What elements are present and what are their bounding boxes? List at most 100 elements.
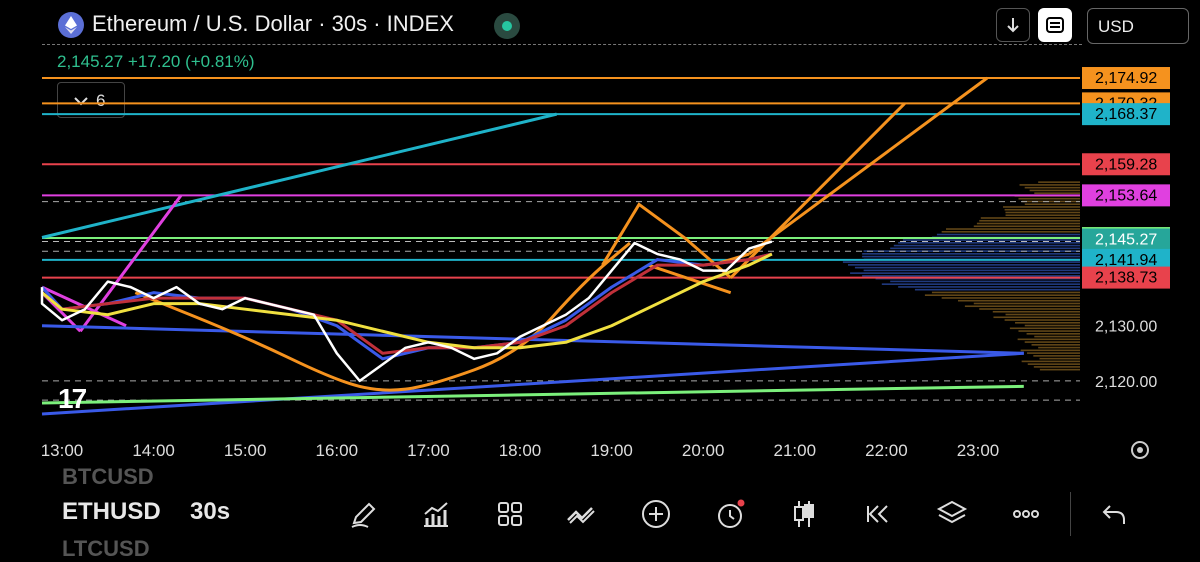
- volume-profile-bar: [1021, 200, 1080, 203]
- toolbar-divider: [1070, 492, 1071, 536]
- grid-icon[interactable]: [492, 496, 528, 532]
- volume-profile-bar: [848, 264, 1080, 266]
- x-tick-label: 13:00: [41, 441, 84, 460]
- volume-profile-bar: [902, 239, 1080, 241]
- volume-profile-bar: [1009, 327, 1080, 330]
- volume-profile-bar: [941, 297, 1080, 299]
- bottom-toolbar: BTCUSD ETHUSD 30s LTCUSD: [0, 464, 1200, 561]
- volume-profile-bar: [1004, 208, 1080, 211]
- fullscreen-icon[interactable]: [1038, 8, 1072, 42]
- interval-button[interactable]: 30s: [190, 498, 230, 526]
- y-tick-label: 2,120.00: [1095, 374, 1157, 391]
- price-line: [40, 240, 773, 383]
- volume-profile-bar: [973, 302, 1080, 305]
- volume-profile-bar: [979, 308, 1080, 310]
- volume-profile-bar: [1024, 203, 1080, 206]
- live-status-icon: [494, 13, 520, 39]
- trend-icon[interactable]: [564, 496, 600, 532]
- moving-average-line: [41, 252, 773, 350]
- settings-icon[interactable]: [1131, 441, 1149, 459]
- volume-profile-bar: [1027, 352, 1080, 354]
- x-tick-label: 23:00: [957, 441, 1000, 460]
- volume-profile-bar: [890, 280, 1080, 283]
- price-label-text: 2,174.92: [1095, 70, 1157, 87]
- volume-profile-bar: [842, 261, 1080, 263]
- x-tick-label: 14:00: [132, 441, 175, 460]
- drawing-line: [41, 351, 1024, 416]
- prev-symbol[interactable]: BTCUSD: [62, 464, 154, 490]
- x-tick-label: 21:00: [774, 441, 817, 460]
- volume-profile-bar: [1020, 349, 1080, 352]
- volume-profile-bar: [924, 294, 1080, 297]
- volume-profile-bar: [862, 275, 1080, 277]
- volume-profile-bar: [1024, 186, 1080, 189]
- current-symbol[interactable]: ETHUSD: [62, 498, 161, 526]
- eth-logo-icon: [58, 12, 84, 38]
- price-label-text: 2,168.37: [1095, 106, 1157, 123]
- drawings: [40, 76, 1024, 416]
- volume-profile-bar: [893, 244, 1080, 247]
- volume-profile-bar: [863, 269, 1080, 272]
- alert-icon[interactable]: [712, 496, 748, 532]
- volume-profile-bar: [1029, 189, 1080, 192]
- drawing-curve: [134, 241, 631, 392]
- volume-profile-bar: [964, 305, 1080, 308]
- volume-profile-bar: [946, 228, 1080, 230]
- arrow-down-icon[interactable]: [996, 8, 1030, 42]
- volume-profile-bar: [850, 272, 1080, 274]
- replay-icon[interactable]: [860, 496, 896, 532]
- volume-profile-bar: [1021, 360, 1080, 363]
- price-chart[interactable]: 2,130.002,120.002,174.922,170.322,168.37…: [0, 40, 1200, 470]
- volume-profile: [842, 181, 1080, 371]
- volume-profile-bar: [890, 247, 1080, 250]
- price-label-text: 2,138.73: [1095, 270, 1157, 287]
- price-label-text: 2,153.64: [1095, 187, 1157, 204]
- volume-profile-bar: [1019, 184, 1080, 186]
- volume-profile-bar: [973, 225, 1080, 228]
- pencil-icon[interactable]: [346, 496, 382, 532]
- volume-profile-bar: [1039, 368, 1080, 371]
- volume-profile-bar: [1033, 355, 1080, 357]
- currency-value: USD: [1098, 17, 1134, 36]
- time-axis: 13:00 14:00 15:00 16:00 17:00 18:00 19:00 20:00…: [41, 441, 1000, 460]
- currency-select[interactable]: USD: [1087, 8, 1189, 44]
- volume-profile-bar: [976, 222, 1080, 225]
- volume-profile-bar: [1026, 333, 1080, 335]
- next-symbol[interactable]: LTCUSD: [62, 536, 150, 562]
- y-tick-label: 2,130.00: [1095, 319, 1157, 336]
- volume-profile-bar: [1027, 363, 1080, 365]
- volume-profile-bar: [1039, 357, 1080, 360]
- volume-profile-bar: [1034, 192, 1080, 194]
- price-axis: 2,130.002,120.002,174.922,170.322,168.37…: [1082, 67, 1170, 391]
- volume-profile-bar: [1031, 344, 1080, 346]
- volume-profile-bar: [1033, 366, 1080, 368]
- volume-profile-bar: [1038, 181, 1080, 183]
- volume-profile-bar: [898, 242, 1080, 244]
- layers-icon[interactable]: [934, 496, 970, 532]
- candles-icon[interactable]: [786, 496, 822, 532]
- volume-profile-bar: [993, 316, 1080, 319]
- price-label-text: 2,159.28: [1095, 156, 1157, 173]
- x-tick-label: 15:00: [224, 441, 267, 460]
- more-icon[interactable]: [1008, 496, 1044, 532]
- chart-title[interactable]: Ethereum / U.S. Dollar · 30s · INDEX: [92, 11, 454, 37]
- volume-profile-bar: [992, 310, 1080, 313]
- volume-profile-bar: [1004, 319, 1080, 321]
- volume-profile-bar: [958, 299, 1080, 302]
- volume-profile-bar: [862, 253, 1080, 255]
- plus-icon[interactable]: [638, 496, 674, 532]
- drawing-line: [41, 384, 1024, 405]
- volume-profile-bar: [1015, 321, 1080, 324]
- x-tick-label: 19:00: [590, 441, 633, 460]
- volume-profile-bar: [1024, 324, 1080, 327]
- undo-icon[interactable]: [1096, 496, 1132, 532]
- volume-profile-bar: [1003, 206, 1080, 208]
- volume-profile-bar: [936, 233, 1080, 236]
- volume-profile-bar: [979, 219, 1080, 222]
- volume-profile-bar: [1034, 335, 1080, 338]
- price-label-text: 2,141.94: [1095, 252, 1157, 269]
- indicators-icon[interactable]: [418, 496, 454, 532]
- volume-profile-bar: [1005, 211, 1080, 214]
- volume-profile-bar: [1005, 313, 1080, 316]
- volume-profile-bar: [1038, 346, 1080, 349]
